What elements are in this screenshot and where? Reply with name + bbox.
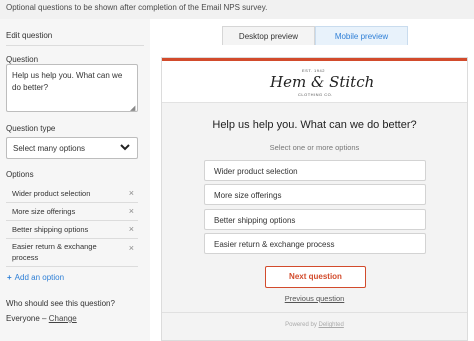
preview-question: Help us help you. What can we do better? xyxy=(212,119,417,131)
options-label: Options xyxy=(6,170,34,179)
option-divider xyxy=(6,202,138,203)
survey-note: Optional questions to be shown after com… xyxy=(6,3,268,12)
preview-instruction: Select one or more options xyxy=(269,143,360,152)
resize-grip-icon[interactable]: ◢ xyxy=(130,104,135,112)
remove-option-icon[interactable]: × xyxy=(129,206,134,216)
option-divider xyxy=(6,220,138,221)
remove-option-icon[interactable]: × xyxy=(129,224,134,234)
option-item[interactable]: Easier return & exchange process × xyxy=(6,241,138,265)
sidebar-divider xyxy=(6,45,144,46)
survey-preview: EST. 1942 Hem & Stitch CLOTHING CO. Help… xyxy=(161,57,468,341)
option-item[interactable]: Better shipping options × xyxy=(6,223,138,236)
footer-divider xyxy=(162,312,467,313)
option-label: More size offerings xyxy=(12,207,76,216)
question-type-select[interactable]: Select many options xyxy=(6,137,138,159)
plus-icon: + xyxy=(7,273,12,282)
change-audience-link[interactable]: Change xyxy=(49,314,77,323)
add-option-label: Add an option xyxy=(14,273,65,282)
chevron-down-icon xyxy=(120,144,130,151)
audience-separator: – xyxy=(42,314,47,323)
previous-question-link[interactable]: Previous question xyxy=(162,294,467,303)
option-item[interactable]: Wider product selection × xyxy=(6,187,138,200)
question-label: Question xyxy=(6,55,39,64)
edit-question-title: Edit question xyxy=(6,31,53,40)
option-label: Wider product selection xyxy=(12,189,91,198)
option-item[interactable]: More size offerings × xyxy=(6,205,138,218)
brand-logo: Hem & Stitch xyxy=(270,73,375,91)
brand-header: EST. 1942 Hem & Stitch CLOTHING CO. xyxy=(162,61,467,103)
preview-choice[interactable]: Better shipping options xyxy=(204,209,426,230)
question-type-label: Question type xyxy=(6,124,56,133)
option-divider xyxy=(6,266,138,267)
remove-option-icon[interactable]: × xyxy=(129,243,134,253)
option-label: Better shipping options xyxy=(12,225,89,234)
audience-label: Who should see this question? xyxy=(6,299,115,308)
remove-option-icon[interactable]: × xyxy=(129,188,134,198)
preview-choice[interactable]: More size offerings xyxy=(204,184,426,205)
preview-choice[interactable]: Easier return & exchange process xyxy=(204,233,426,254)
question-textarea[interactable]: Help us help you. What can we do better? xyxy=(6,64,138,112)
option-label: Easier return & exchange process xyxy=(12,242,97,262)
next-question-button[interactable]: Next question xyxy=(265,266,366,288)
option-divider xyxy=(6,238,138,239)
question-type-value: Select many options xyxy=(13,144,86,153)
preview-choice[interactable]: Wider product selection xyxy=(204,160,426,181)
audience-value: Everyone – Change xyxy=(6,314,77,323)
audience-everyone: Everyone xyxy=(6,314,40,323)
powered-by-link[interactable]: Delighted xyxy=(319,322,344,328)
powered-by: Powered by Delighted xyxy=(162,322,467,328)
add-option-link[interactable]: + Add an option xyxy=(7,273,64,282)
powered-by-prefix: Powered by xyxy=(285,322,317,328)
tab-mobile-preview[interactable]: Mobile preview xyxy=(315,26,408,45)
logo-subtitle: CLOTHING CO. xyxy=(298,92,333,97)
tab-desktop-preview[interactable]: Desktop preview xyxy=(222,26,315,45)
survey-note-bar: Optional questions to be shown after com… xyxy=(0,0,474,19)
